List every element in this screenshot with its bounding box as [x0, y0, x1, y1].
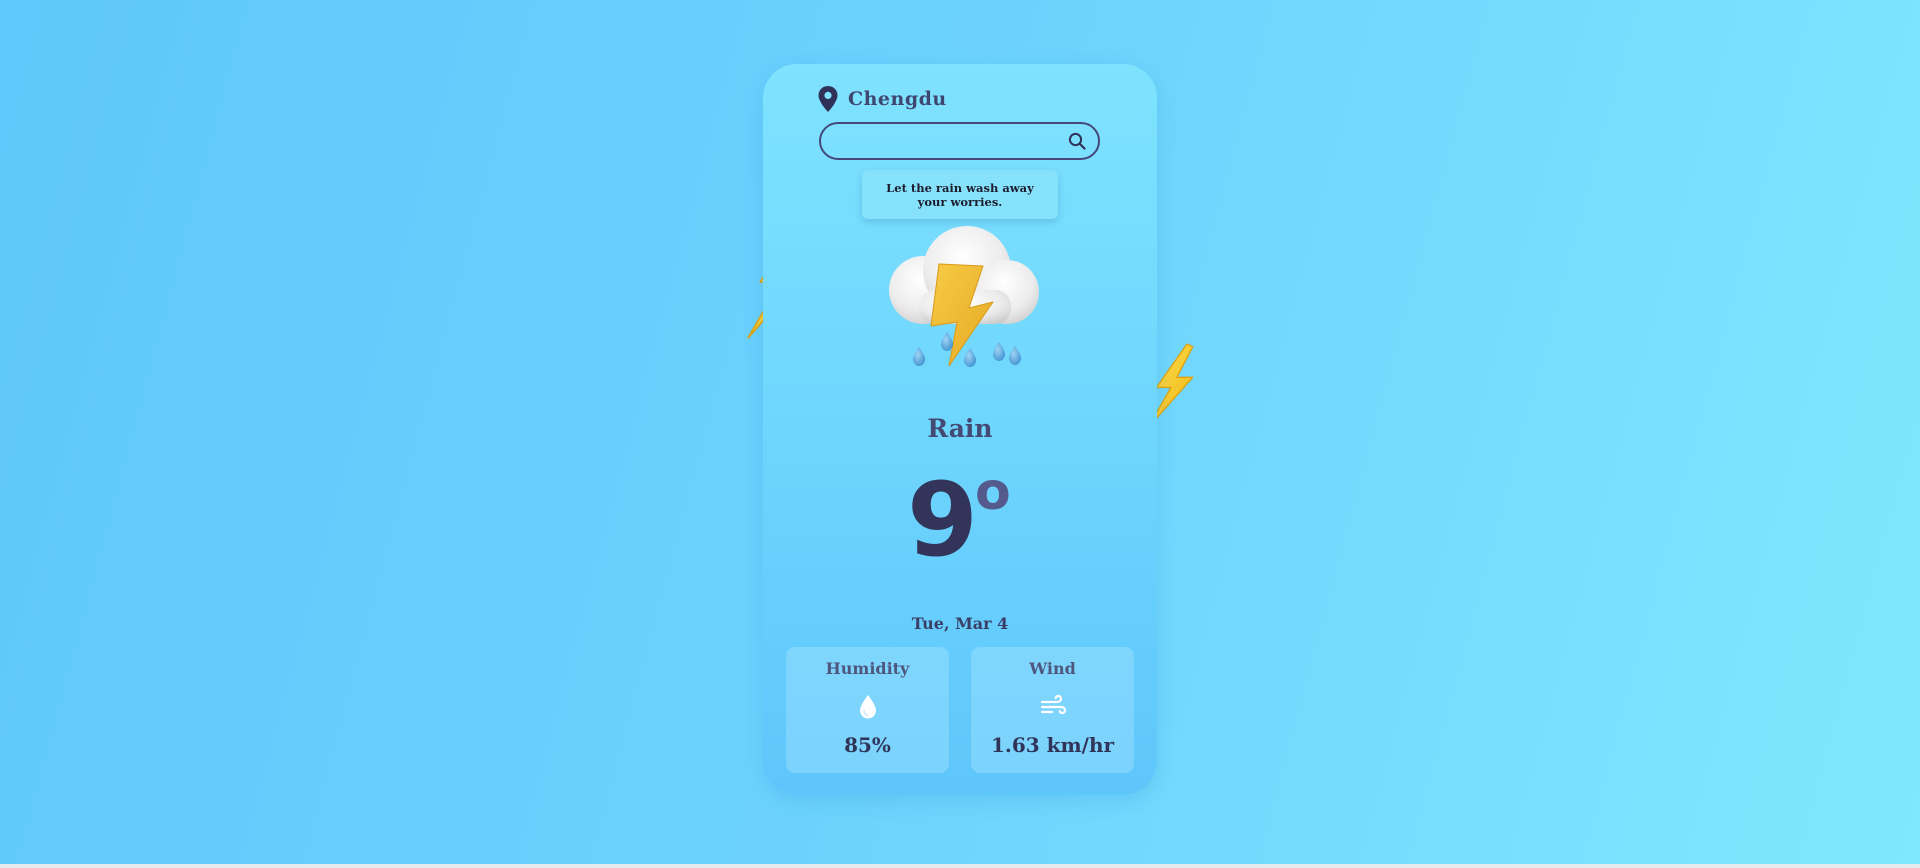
search-bar — [819, 122, 1100, 160]
wind-icon — [1040, 695, 1066, 715]
humidity-card: Humidity 85% — [786, 647, 949, 773]
weather-card: Chengdu Let the rain wash away your worr… — [763, 64, 1157, 795]
wind-card: Wind 1.63 km/hr — [971, 647, 1134, 773]
location-pin-icon — [818, 86, 838, 112]
location-header: Chengdu — [818, 84, 947, 114]
quote-text: Let the rain wash away your worries. — [886, 180, 1034, 209]
weather-condition: Rain — [927, 414, 993, 443]
water-drop-icon — [859, 695, 876, 719]
temperature-value: 9 — [907, 461, 978, 580]
wind-value: 1.63 km/hr — [990, 733, 1115, 757]
search-input[interactable] — [833, 124, 1057, 160]
thunderstorm-rain-icon — [889, 226, 1039, 367]
humidity-value: 85% — [844, 733, 891, 757]
humidity-label: Humidity — [825, 659, 910, 678]
bottom-strip — [0, 864, 1920, 868]
search-icon[interactable] — [1068, 132, 1086, 150]
quote-tooltip: Let the rain wash away your worries. — [862, 170, 1058, 219]
current-date: Tue, Mar 4 — [911, 614, 1009, 633]
wind-label: Wind — [1029, 659, 1076, 678]
degree-symbol: o — [975, 462, 1011, 522]
city-name: Chengdu — [848, 88, 947, 110]
